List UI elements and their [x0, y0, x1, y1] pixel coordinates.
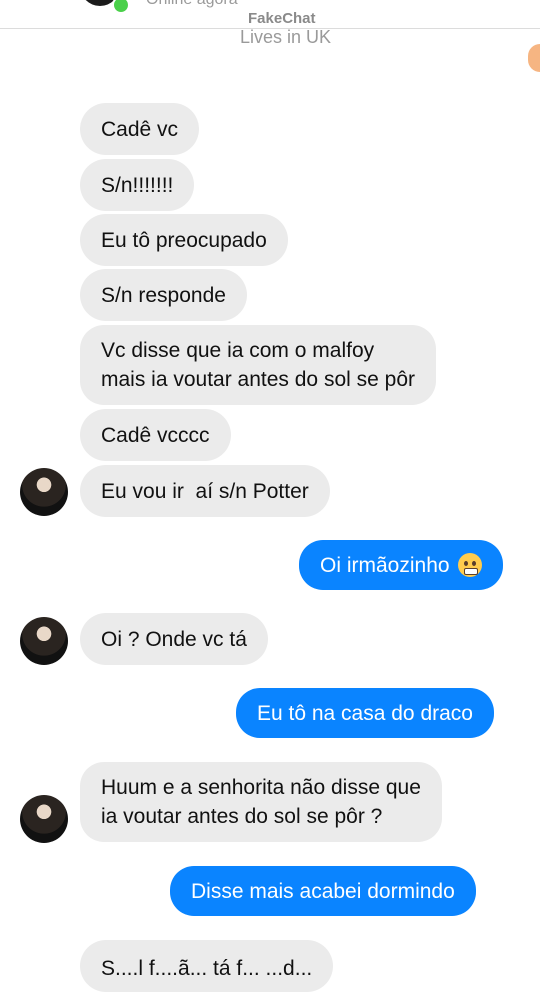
- message-text: Oi ? Onde vc tá: [101, 627, 247, 651]
- message-text: Cadê vcccc: [101, 423, 210, 447]
- message-bubble-incoming[interactable]: S/n responde: [80, 269, 247, 321]
- message-bubble-incoming[interactable]: S....l f....ã... tá f... ...d...: [80, 940, 334, 992]
- message-text: S....l f....ã... tá f... ...d...: [101, 957, 313, 980]
- grimacing-face-icon: [457, 553, 482, 577]
- message-bubble-outgoing[interactable]: Eu tô na casa do draco: [236, 688, 494, 738]
- message-text: Eu tô preocupado: [101, 228, 267, 252]
- message-text-line: Huum e a senhorita não disse que: [101, 776, 421, 799]
- contact-location: Lives in UK: [240, 27, 332, 47]
- message-bubble-incoming[interactable]: Cadê vc: [80, 103, 200, 155]
- message-bubble-incoming[interactable]: Oi ? Onde vc tá: [80, 613, 268, 665]
- message-bubble-incoming[interactable]: Huum e a senhorita não disse que ia vout…: [80, 762, 442, 842]
- message-text: S/n responde: [101, 283, 226, 307]
- message-text: Eu vou ir aí s/n Potter: [101, 479, 309, 503]
- message-text: Eu tô na casa do draco: [257, 701, 473, 725]
- message-bubble-outgoing[interactable]: Oi irmãozinho: [299, 540, 503, 590]
- message-text: S/n!!!!!!!: [101, 173, 174, 197]
- fakechat-watermark: FakeChat: [248, 10, 316, 27]
- message-bubble-incoming[interactable]: Eu tô preocupado: [80, 214, 288, 266]
- message-bubble-incoming[interactable]: Vc disse que ia com o malfoy mais ia vou…: [80, 325, 436, 405]
- message-text-line: ia voutar antes do sol se pôr ?: [101, 805, 383, 828]
- message-text: Cadê vc: [101, 117, 179, 141]
- message-bubble-incoming[interactable]: Eu vou ir aí s/n Potter: [80, 465, 330, 517]
- message-text: Disse mais acabei dormindo: [191, 879, 455, 903]
- online-status-text: Online agora: [146, 0, 238, 9]
- message-text-line: mais ia voutar antes do sol se pôr: [101, 368, 415, 391]
- contact-avatar[interactable]: [20, 468, 68, 516]
- message-bubble-outgoing[interactable]: Disse mais acabei dormindo: [170, 866, 476, 916]
- contact-avatar[interactable]: [20, 617, 68, 665]
- message-text: Oi irmãozinho: [320, 553, 450, 577]
- contact-avatar[interactable]: [20, 795, 68, 843]
- online-status-icon: [112, 0, 130, 14]
- message-bubble-incoming[interactable]: S/n!!!!!!!: [80, 159, 195, 211]
- message-bubble-incoming[interactable]: Cadê vcccc: [80, 409, 231, 461]
- floating-chat-head[interactable]: [528, 44, 540, 72]
- message-text-line: Vc disse que ia com o malfoy: [101, 339, 375, 362]
